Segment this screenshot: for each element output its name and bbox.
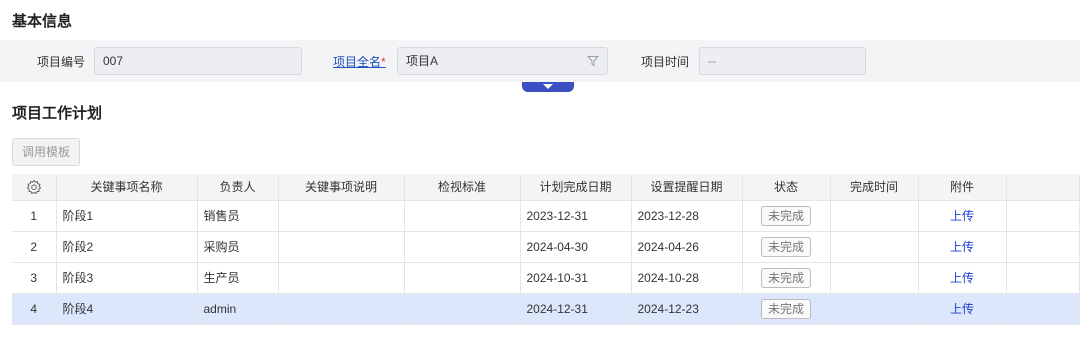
status-badge[interactable]: 未完成: [760, 236, 811, 257]
upload-link[interactable]: 上传: [950, 271, 974, 285]
status-badge[interactable]: 未完成: [760, 267, 811, 288]
column-header[interactable]: 状态: [742, 174, 831, 201]
cell-empty: [1006, 293, 1080, 325]
project-code-field[interactable]: 007: [94, 47, 302, 75]
work-plan-title: 项目工作计划: [12, 105, 103, 122]
column-header[interactable]: 检视标准: [404, 174, 521, 201]
cell-owner[interactable]: 采购员: [197, 231, 279, 263]
status-badge[interactable]: 未完成: [760, 298, 811, 319]
column-header-empty: [1006, 174, 1080, 201]
table-row[interactable]: 3 阶段3 生产员 2024-10-31 2024-10-28 未完成 上传: [12, 262, 1080, 294]
table-row[interactable]: 2 阶段2 采购员 2024-04-30 2024-04-26 未完成 上传: [12, 231, 1080, 263]
column-header[interactable]: 关键事项说明: [278, 174, 405, 201]
cell-done-time: [830, 262, 919, 294]
cell-name[interactable]: 阶段3: [56, 262, 198, 294]
cell-status: 未完成: [742, 293, 831, 325]
cell-done-time: [830, 200, 919, 232]
row-index: 4: [12, 293, 57, 325]
column-header[interactable]: 设置提醒日期: [631, 174, 743, 201]
upload-link[interactable]: 上传: [950, 240, 974, 254]
cell-empty: [1006, 262, 1080, 294]
cell-remind-date[interactable]: 2024-12-23: [631, 293, 743, 325]
cell-standard[interactable]: [404, 262, 521, 294]
work-plan-table: 关键事项名称 负责人 关键事项说明 检视标准 计划完成日期 设置提醒日期 状态 …: [12, 174, 1080, 325]
project-name-label[interactable]: 项目全名*: [333, 53, 386, 70]
cell-empty: [1006, 231, 1080, 263]
column-header[interactable]: 关键事项名称: [56, 174, 198, 201]
chevron-down-icon[interactable]: [522, 82, 574, 92]
cell-plan-date[interactable]: 2023-12-31: [520, 200, 632, 232]
table-header-row: 关键事项名称 负责人 关键事项说明 检视标准 计划完成日期 设置提醒日期 状态 …: [12, 174, 1080, 201]
cell-status: 未完成: [742, 231, 831, 263]
project-code-value: 007: [103, 54, 124, 68]
cell-standard[interactable]: [404, 200, 521, 232]
upload-link[interactable]: 上传: [950, 302, 974, 316]
column-header[interactable]: 完成时间: [830, 174, 919, 201]
row-index: 3: [12, 262, 57, 294]
cell-status: 未完成: [742, 200, 831, 232]
cell-status: 未完成: [742, 262, 831, 294]
cell-description[interactable]: [278, 293, 405, 325]
project-name-label-text: 项目全名: [333, 55, 382, 69]
cell-done-time: [830, 293, 919, 325]
table-row-selected[interactable]: 4 阶段4 admin 2024-12-31 2024-12-23 未完成 上传: [12, 293, 1080, 325]
project-code-label: 项目编号: [37, 55, 86, 69]
cell-attachment: 上传: [918, 262, 1007, 294]
cell-done-time: [830, 231, 919, 263]
cell-description[interactable]: [278, 231, 405, 263]
apply-template-button[interactable]: 调用模板: [12, 138, 80, 166]
cell-empty: [1006, 200, 1080, 232]
column-header[interactable]: 计划完成日期: [520, 174, 632, 201]
row-index: 2: [12, 231, 57, 263]
cell-name[interactable]: 阶段4: [56, 293, 198, 325]
cell-name[interactable]: 阶段1: [56, 200, 198, 232]
cell-name[interactable]: 阶段2: [56, 231, 198, 263]
status-badge[interactable]: 未完成: [760, 205, 811, 226]
cell-remind-date[interactable]: 2024-10-28: [631, 262, 743, 294]
filter-icon[interactable]: [587, 55, 599, 67]
column-header[interactable]: 负责人: [197, 174, 279, 201]
project-time-field[interactable]: --: [699, 47, 866, 75]
cell-remind-date[interactable]: 2023-12-28: [631, 200, 743, 232]
cell-plan-date[interactable]: 2024-04-30: [520, 231, 632, 263]
project-time-value: --: [708, 54, 716, 68]
cell-plan-date[interactable]: 2024-10-31: [520, 262, 632, 294]
cell-standard[interactable]: [404, 231, 521, 263]
cell-owner[interactable]: 生产员: [197, 262, 279, 294]
cell-description[interactable]: [278, 262, 405, 294]
column-settings[interactable]: [12, 174, 57, 201]
gear-icon[interactable]: [26, 179, 42, 195]
row-index: 1: [12, 200, 57, 232]
upload-link[interactable]: 上传: [950, 209, 974, 223]
project-time-label: 项目时间: [641, 55, 690, 69]
project-name-field[interactable]: 项目A: [397, 47, 608, 75]
required-mark: *: [381, 55, 386, 69]
cell-attachment: 上传: [918, 200, 1007, 232]
cell-plan-date[interactable]: 2024-12-31: [520, 293, 632, 325]
cell-standard[interactable]: [404, 293, 521, 325]
cell-attachment: 上传: [918, 231, 1007, 263]
cell-remind-date[interactable]: 2024-04-26: [631, 231, 743, 263]
cell-owner[interactable]: 销售员: [197, 200, 279, 232]
column-header[interactable]: 附件: [918, 174, 1007, 201]
cell-description[interactable]: [278, 200, 405, 232]
table-row[interactable]: 1 阶段1 销售员 2023-12-31 2023-12-28 未完成 上传: [12, 200, 1080, 232]
project-name-value: 项目A: [406, 54, 439, 68]
cell-attachment: 上传: [918, 293, 1007, 325]
basic-info-title: 基本信息: [12, 13, 73, 30]
cell-owner[interactable]: admin: [197, 293, 279, 325]
